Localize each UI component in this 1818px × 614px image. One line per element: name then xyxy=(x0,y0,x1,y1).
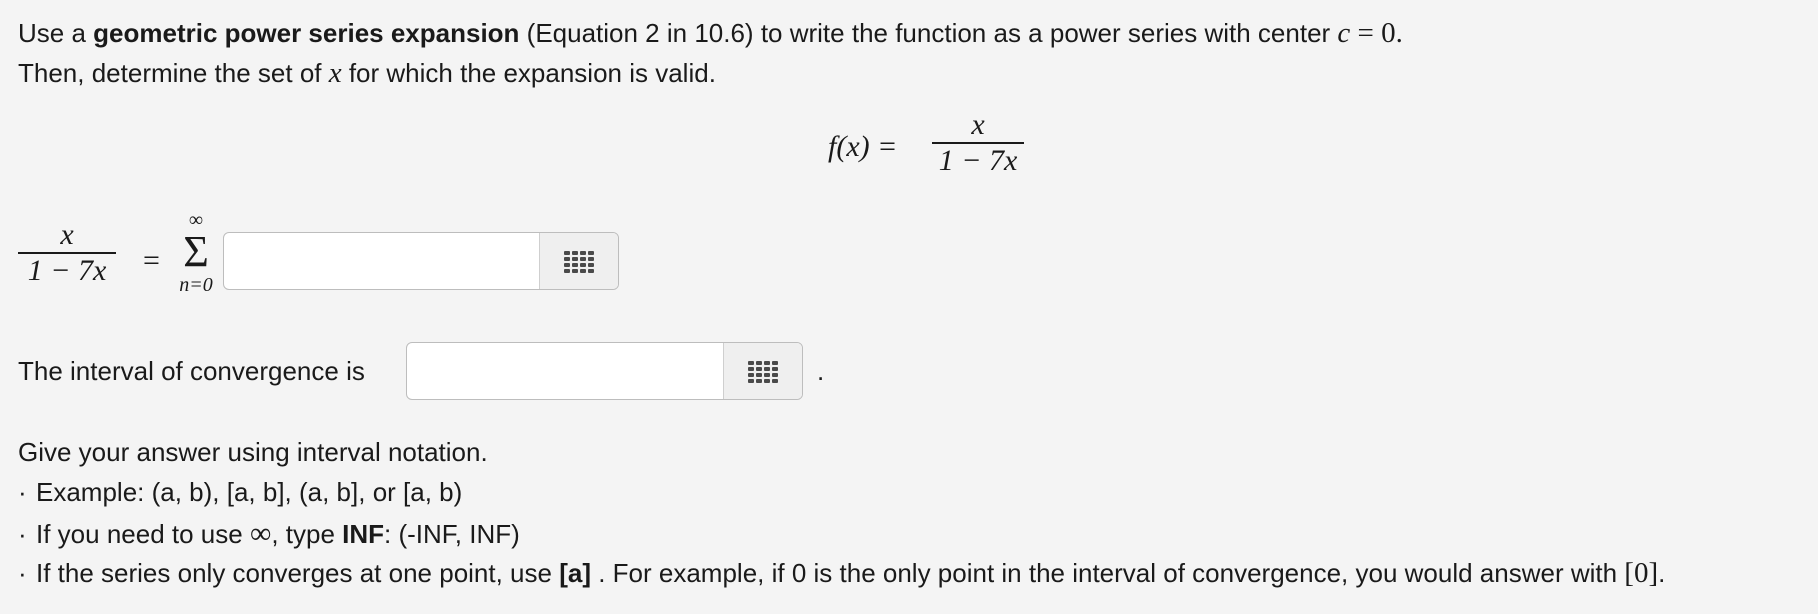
sigma-symbol: Σ xyxy=(183,227,209,276)
instruction-bullet-2: · If you need to use ∞, type INF: (-INF, … xyxy=(18,517,520,551)
instruction-bullet-1: · Example: (a, b), [a, b], (a, b], or [a,… xyxy=(18,477,462,508)
prompt-line-1: Use a geometric power series expansion (… xyxy=(18,17,1403,50)
x-variable: x xyxy=(328,57,342,89)
fraction-numerator: x xyxy=(60,218,74,251)
bullet-text: . xyxy=(1658,558,1666,588)
interval-input[interactable] xyxy=(407,343,726,399)
bullet-bold-text: [a] xyxy=(559,558,591,588)
bullet-text: , type xyxy=(271,519,343,549)
prompt-text: for which the expansion is valid. xyxy=(341,58,716,88)
bullet-text: . For example, if 0 is the only point in… xyxy=(590,558,1625,588)
keypad-grid-icon xyxy=(564,251,594,273)
sum-lower-limit: n=0 xyxy=(179,274,213,296)
infinity-symbol: ∞ xyxy=(249,517,272,550)
fraction-denominator: 1 − 7x xyxy=(27,253,107,287)
prompt-bold-text: geometric power series expansion xyxy=(93,18,520,48)
prompt-text: Use a xyxy=(18,18,94,48)
interval-trailing-period: . xyxy=(817,356,825,386)
bullet-marker: · xyxy=(18,558,27,588)
equals-sign: = xyxy=(143,244,160,277)
instruction-bullet-3: · If the series only converges at one poi… xyxy=(18,557,1665,590)
series-fraction: x 1 − 7x xyxy=(18,218,116,288)
bullet-marker: · xyxy=(18,477,27,507)
bullet-marker: · xyxy=(18,519,27,549)
instructions-intro: Give your answer using interval notation… xyxy=(18,437,488,467)
bullet-text: If you need to use xyxy=(36,519,250,549)
prompt-text: Then, determine the set of xyxy=(18,58,329,88)
center-value: = 0. xyxy=(1350,17,1403,49)
bullet-text: Example: (a, b), [a, b], (a, b], or [a, … xyxy=(36,477,463,507)
series-math-palette-button[interactable] xyxy=(539,233,618,289)
bullet-math-example: [0] xyxy=(1624,557,1659,589)
bullet-text: If the series only converges at one poin… xyxy=(36,558,560,588)
interval-answer-box xyxy=(406,342,803,400)
fraction-numerator: x xyxy=(971,108,985,141)
function-fraction: x 1 − 7x xyxy=(932,108,1024,178)
bullet-bold-text: INF xyxy=(342,519,385,549)
center-variable: c xyxy=(1337,17,1351,49)
series-answer-box xyxy=(223,232,619,290)
function-lhs: f(x) = xyxy=(828,130,898,163)
interval-math-palette-button[interactable] xyxy=(723,343,802,399)
fraction-denominator: 1 − 7x xyxy=(938,143,1018,177)
interval-label: The interval of convergence is xyxy=(18,356,365,386)
series-term-input[interactable] xyxy=(224,233,542,289)
bullet-text: : (-INF, INF) xyxy=(384,519,520,549)
prompt-text: (Equation 2 in 10.6) to write the functi… xyxy=(519,18,1338,48)
prompt-line-2: Then, determine the set of x for which t… xyxy=(18,57,716,90)
summation: ∞ Σ n=0 xyxy=(160,210,232,296)
keypad-grid-icon xyxy=(748,361,778,383)
